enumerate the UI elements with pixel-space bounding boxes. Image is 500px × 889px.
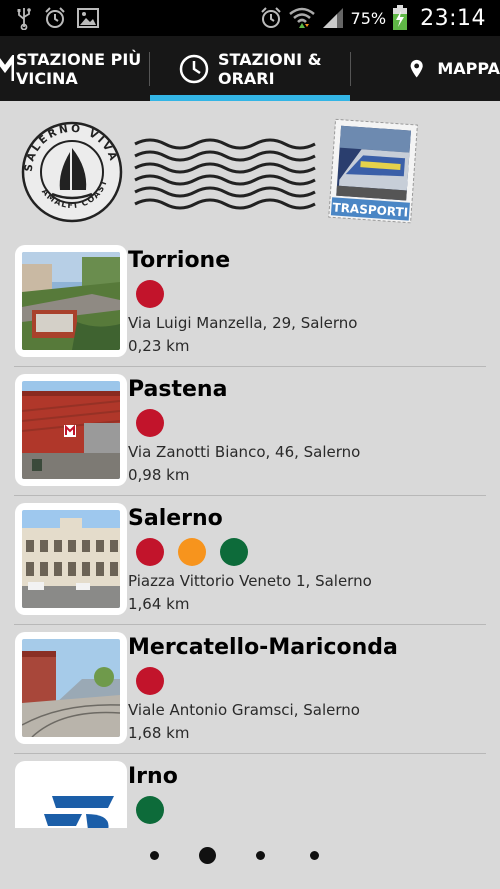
page-indicator — [0, 840, 500, 870]
line-red-indicator — [136, 538, 164, 566]
tab-divider — [149, 52, 150, 86]
station-thumbnail — [15, 503, 127, 615]
tab-divider — [350, 52, 351, 86]
station-lines — [136, 538, 248, 566]
station-name: Torrione — [128, 248, 231, 273]
station-row-torrione[interactable]: Torrione Via Luigi Manzella, 29, Salerno… — [0, 238, 500, 367]
line-green-indicator — [136, 796, 164, 824]
postmark-waves — [134, 138, 316, 210]
station-name: Irno — [128, 764, 178, 789]
tab-label: STAZIONE PIÙ VICINA — [16, 49, 142, 88]
station-name: Mercatello-Mariconda — [128, 635, 398, 660]
clock-icon — [179, 54, 209, 83]
station-address: Via Luigi Manzella, 29, Salerno — [128, 314, 358, 332]
station-lines — [136, 409, 164, 437]
usb-icon — [17, 8, 31, 30]
salerno-viva-logo: SALERNO VIVA AMALFI COAST — [21, 121, 123, 223]
station-thumbnail — [15, 245, 127, 357]
station-name: Salerno — [128, 506, 223, 531]
station-address: Viale Antonio Gramsci, Salerno — [128, 701, 360, 719]
page-dot-active[interactable] — [199, 847, 216, 864]
page-dot[interactable] — [310, 851, 319, 860]
tab-label: MAPPA — [437, 59, 500, 78]
station-thumbnail — [15, 632, 127, 744]
station-row-pastena[interactable]: Pastena Via Zanotti Bianco, 46, Salerno … — [0, 367, 500, 496]
station-thumbnail — [15, 374, 127, 486]
salerno-photo — [22, 510, 120, 608]
signal-icon — [322, 8, 343, 28]
alarm-icon — [45, 7, 65, 28]
trasporti-stamp: TRASPORTI — [328, 118, 418, 224]
line-red-indicator — [136, 280, 164, 308]
header-banner: SALERNO VIVA AMALFI COAST TRASPORTI — [0, 110, 500, 232]
gallery-icon — [77, 8, 99, 28]
tab-bar: STAZIONE PIÙ VICINA STAZIONI & ORARI MAP… — [0, 36, 500, 101]
line-red-indicator — [136, 667, 164, 695]
wifi-icon — [288, 7, 315, 28]
station-lines — [136, 280, 164, 308]
metro-icon — [0, 54, 14, 81]
battery-percent: 75% — [350, 8, 387, 28]
selected-tab-indicator — [150, 95, 350, 101]
station-row-mercatello-mariconda[interactable]: Mercatello-Mariconda Viale Antonio Grams… — [0, 625, 500, 754]
station-distance: 1,64 km — [128, 595, 190, 613]
pastena-photo — [22, 381, 120, 479]
line-green-indicator — [220, 538, 248, 566]
torrione-photo — [22, 252, 120, 350]
station-list[interactable]: Torrione Via Luigi Manzella, 29, Salerno… — [0, 238, 500, 828]
page-dot[interactable] — [256, 851, 265, 860]
tab-stazioni-orari[interactable]: STAZIONI & ORARI — [178, 36, 348, 101]
line-red-indicator — [136, 409, 164, 437]
status-bar: 75% 23:14 — [0, 0, 500, 36]
fs-logo — [22, 768, 120, 828]
line-orange-indicator — [178, 538, 206, 566]
station-distance: 0,98 km — [128, 466, 190, 484]
battery-charging-icon — [393, 5, 408, 30]
station-distance: 1,68 km — [128, 724, 190, 742]
station-distance: 0,23 km — [128, 337, 190, 355]
mercatello-photo — [22, 639, 120, 737]
station-lines — [136, 667, 164, 695]
clock-time: 23:14 — [420, 5, 486, 31]
alarm-clock-icon — [260, 7, 281, 28]
station-address: Piazza Vittorio Veneto 1, Salerno — [128, 572, 372, 590]
station-address: Via Zanotti Bianco, 46, Salerno — [128, 443, 361, 461]
tab-label: STAZIONI & ORARI — [218, 49, 322, 88]
tab-mappa[interactable]: MAPPA — [410, 36, 500, 101]
station-thumbnail — [15, 761, 127, 828]
map-pin-icon — [410, 59, 423, 77]
station-row-salerno[interactable]: Salerno Piazza Vittorio Veneto 1, Salern… — [0, 496, 500, 625]
station-row-irno[interactable]: Irno — [0, 754, 500, 828]
page-dot[interactable] — [150, 851, 159, 860]
tab-stazione-piu-vicina[interactable]: STAZIONE PIÙ VICINA — [0, 36, 146, 101]
station-name: Pastena — [128, 377, 228, 402]
station-lines — [136, 796, 164, 824]
